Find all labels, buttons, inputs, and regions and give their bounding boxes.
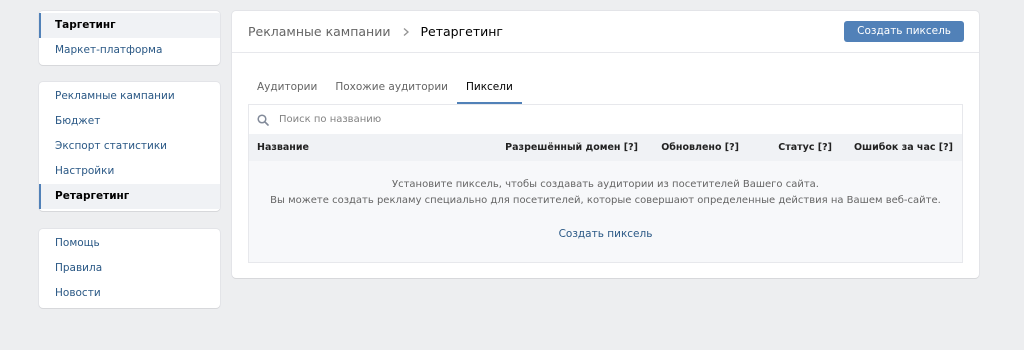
column-header-updated[interactable]: Обновлено [?]	[661, 134, 739, 161]
sidebar-item-targeting[interactable]: Таргетинг	[39, 13, 220, 38]
column-header-name[interactable]: Название	[257, 134, 309, 161]
tabs-bar: Аудитории Похожие аудитории Пиксели	[248, 73, 522, 104]
column-header-status[interactable]: Статус [?]	[778, 134, 832, 161]
empty-state-line-1: Установите пиксель, чтобы создавать ауди…	[392, 179, 819, 190]
column-header-domain[interactable]: Разрешённый домен [?]	[505, 134, 638, 161]
tab-lookalike-audiences[interactable]: Похожие аудитории	[326, 73, 457, 104]
table-header: Название Разрешённый домен [?] Обновлено…	[249, 134, 962, 161]
empty-state: Установите пиксель, чтобы создавать ауди…	[249, 161, 962, 262]
tab-pixels[interactable]: Пиксели	[456, 73, 522, 104]
sidebar-item-retargeting[interactable]: Ретаргетинг	[39, 184, 220, 209]
breadcrumb-current: Ретаргетинг	[420, 24, 503, 39]
chevron-right-icon	[404, 27, 410, 36]
empty-state-create-pixel-link[interactable]: Создать пиксель	[559, 228, 653, 240]
sidebar-item-budget[interactable]: Бюджет	[39, 109, 220, 134]
column-header-errors[interactable]: Ошибок за час [?]	[854, 134, 953, 161]
search-bar	[249, 105, 962, 134]
sidebar-group-main: Таргетинг Маркет-платформа	[39, 11, 220, 65]
sidebar-item-market-platform[interactable]: Маркет-платформа	[39, 38, 220, 63]
sidebar-item-rules[interactable]: Правила	[39, 256, 220, 281]
sidebar-group-ads: Рекламные кампании Бюджет Экспорт статис…	[39, 82, 220, 211]
pixels-table: Название Разрешённый домен [?] Обновлено…	[248, 104, 963, 263]
sidebar-item-help[interactable]: Помощь	[39, 231, 220, 256]
retargeting-panel: Рекламные кампании Ретаргетинг Создать п…	[232, 11, 979, 278]
search-icon	[257, 113, 269, 126]
create-pixel-button[interactable]: Создать пиксель	[844, 21, 964, 42]
empty-state-line-2: Вы можете создать рекламу специально для…	[270, 195, 941, 206]
breadcrumb-root[interactable]: Рекламные кампании	[248, 24, 390, 39]
sidebar-item-news[interactable]: Новости	[39, 281, 220, 306]
sidebar-group-help: Помощь Правила Новости	[39, 229, 220, 308]
tab-audiences[interactable]: Аудитории	[248, 73, 326, 104]
sidebar-item-export-stats[interactable]: Экспорт статистики	[39, 134, 220, 159]
search-input[interactable]	[279, 114, 879, 125]
panel-header: Рекламные кампании Ретаргетинг Создать п…	[232, 11, 979, 53]
sidebar-item-campaigns[interactable]: Рекламные кампании	[39, 84, 220, 109]
sidebar-item-settings[interactable]: Настройки	[39, 159, 220, 184]
